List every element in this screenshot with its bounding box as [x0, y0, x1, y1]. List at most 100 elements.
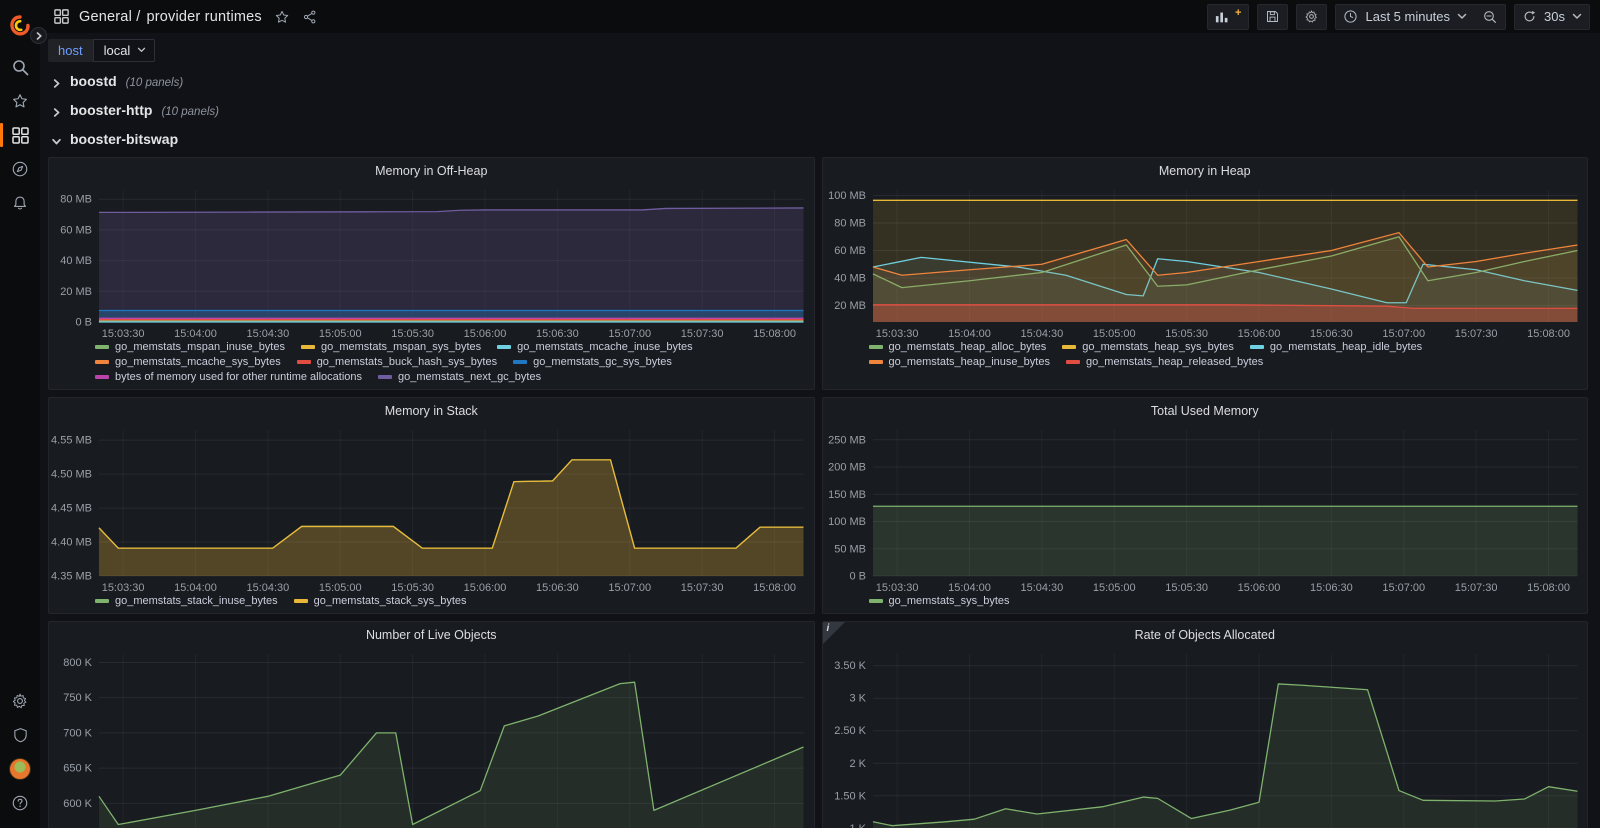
y-axis-tick-label: 4.50 MB [51, 469, 92, 481]
x-axis-tick-label: 15:04:30 [246, 582, 289, 594]
chart-canvas[interactable]: 15:03:3015:04:0015:04:3015:05:0015:05:30… [823, 648, 1588, 828]
time-range-label: Last 5 minutes [1365, 9, 1450, 24]
legend-label: go_memstats_heap_sys_bytes [1082, 341, 1234, 353]
legend-swatch-icon [1250, 345, 1264, 349]
panel-memory-in-stack: Memory in Stack 15:03:3015:04:0015:04:30… [48, 397, 815, 614]
chart-canvas[interactable]: 15:03:3015:04:0015:04:3015:05:0015:05:30… [49, 184, 814, 340]
y-axis-tick-label: 4.40 MB [51, 537, 92, 549]
legend-item[interactable]: go_memstats_buck_hash_sys_bytes [297, 356, 497, 368]
add-panel-button[interactable]: + [1207, 4, 1249, 30]
chart-canvas[interactable]: 15:03:3015:04:0015:04:3015:05:0015:05:30… [49, 648, 814, 828]
legend-item[interactable]: go_memstats_heap_idle_bytes [1250, 341, 1422, 353]
variable-value-text: local [104, 43, 131, 58]
sidebar-item-starred[interactable] [0, 84, 40, 118]
panel-info-corner-icon[interactable]: i [823, 622, 845, 644]
legend-item[interactable]: go_memstats_mspan_sys_bytes [301, 341, 481, 353]
x-axis-tick-label: 15:06:30 [1310, 582, 1353, 594]
legend-label: go_memstats_stack_sys_bytes [314, 595, 467, 607]
share-button[interactable] [302, 9, 318, 25]
chart-canvas[interactable]: 15:03:3015:04:0015:04:3015:05:0015:05:30… [823, 424, 1588, 594]
legend-item[interactable]: go_memstats_gc_sys_bytes [513, 356, 672, 368]
legend-item[interactable]: go_memstats_next_gc_bytes [378, 371, 541, 383]
chart-canvas[interactable]: 15:03:3015:04:0015:04:3015:05:0015:05:30… [823, 184, 1588, 340]
variable-label: host [48, 39, 93, 62]
series-area-go_memstats_next_gc_bytes [99, 208, 804, 322]
legend-item[interactable]: go_memstats_heap_released_bytes [1066, 356, 1263, 368]
y-axis-tick-label: 4.35 MB [51, 570, 92, 582]
y-axis-tick-label: 4.45 MB [51, 503, 92, 515]
legend-label: go_memstats_mspan_sys_bytes [321, 341, 481, 353]
legend-swatch-icon [301, 345, 315, 349]
panel-legend: go_memstats_sys_bytes [823, 594, 1588, 613]
row-header-boostd[interactable]: boostd (10 panels) [48, 70, 1588, 96]
save-icon [1265, 9, 1280, 24]
panel-title[interactable]: Total Used Memory [823, 398, 1588, 424]
x-axis-tick-label: 15:07:30 [1454, 328, 1497, 340]
sidebar-item-configuration[interactable] [0, 684, 40, 718]
breadcrumb-dashboard[interactable]: provider runtimes [146, 9, 261, 25]
add-panel-icon [1215, 10, 1231, 24]
panel-total-used-memory: Total Used Memory 15:03:3015:04:0015:04:… [822, 397, 1589, 614]
row-header-booster-http[interactable]: booster-http (10 panels) [48, 99, 1588, 125]
row-header-booster-bitswap[interactable]: booster-bitswap [48, 128, 1588, 154]
sidebar-item-help[interactable] [0, 786, 40, 820]
x-axis-tick-label: 15:06:00 [1237, 328, 1280, 340]
legend-item[interactable]: go_memstats_heap_alloc_bytes [869, 341, 1047, 353]
panel-title[interactable]: Memory in Heap [823, 158, 1588, 184]
legend-item[interactable]: go_memstats_stack_inuse_bytes [95, 595, 278, 607]
sidebar-expand-button[interactable] [30, 27, 47, 44]
legend-item[interactable]: bytes of memory used for other runtime a… [95, 371, 362, 383]
sidebar-item-search[interactable] [0, 50, 40, 84]
legend-label: bytes of memory used for other runtime a… [115, 371, 362, 383]
x-axis-tick-label: 15:05:30 [1165, 328, 1208, 340]
legend-swatch-icon [297, 360, 311, 364]
dashboards-grid-icon [12, 127, 29, 144]
breadcrumb-folder[interactable]: General / [79, 9, 140, 25]
time-range-picker[interactable]: Last 5 minutes [1335, 4, 1506, 30]
dashboard-grid-icon[interactable] [54, 9, 69, 24]
sidebar-item-dashboards[interactable] [0, 118, 40, 152]
zoom-out-icon[interactable] [1482, 9, 1498, 25]
legend-item[interactable]: go_memstats_stack_sys_bytes [294, 595, 467, 607]
series-line-go_memstats_stack_inuse_bytes [99, 460, 804, 548]
y-axis-tick-label: 40 MB [834, 272, 866, 284]
legend-swatch-icon [378, 375, 392, 379]
panel-title[interactable]: Rate of Objects Allocated [823, 622, 1588, 648]
series-line-go_memstats_stack_sys_bytes [99, 460, 804, 548]
panel-title[interactable]: Memory in Off-Heap [49, 158, 814, 184]
save-dashboard-button[interactable] [1257, 4, 1288, 30]
y-axis-tick-label: 250 MB [828, 434, 866, 446]
favorite-star-button[interactable] [274, 9, 290, 25]
legend-item[interactable]: go_memstats_mcache_sys_bytes [95, 356, 281, 368]
chart-canvas[interactable]: 15:03:3015:04:0015:04:3015:05:0015:05:30… [49, 424, 814, 594]
legend-label: go_memstats_heap_inuse_bytes [889, 356, 1050, 368]
search-icon [12, 59, 29, 76]
sidebar-item-alerting[interactable] [0, 186, 40, 220]
x-axis-tick-label: 15:05:30 [391, 582, 434, 594]
sidebar-item-server-admin[interactable] [0, 718, 40, 752]
row-panel-count: (10 panels) [161, 106, 219, 118]
legend-label: go_memstats_mcache_inuse_bytes [517, 341, 692, 353]
panel-title[interactable]: Number of Live Objects [49, 622, 814, 648]
legend-item[interactable]: go_memstats_mspan_inuse_bytes [95, 341, 285, 353]
refresh-picker[interactable]: 30s [1514, 4, 1590, 30]
y-axis-tick-label: 2.50 K [834, 725, 866, 737]
legend-item[interactable]: go_memstats_heap_sys_bytes [1062, 341, 1234, 353]
explore-compass-icon [11, 160, 29, 178]
dashboard-settings-button[interactable] [1296, 4, 1327, 30]
sidebar-item-profile[interactable] [0, 752, 40, 786]
legend-label: go_memstats_heap_idle_bytes [1270, 341, 1422, 353]
panel-chart: 15:03:3015:04:0015:04:3015:05:0015:05:30… [49, 184, 814, 340]
sidebar-item-explore[interactable] [0, 152, 40, 186]
x-axis-tick-label: 15:08:00 [753, 582, 796, 594]
variable-value-dropdown[interactable]: local [93, 39, 156, 62]
panel-title[interactable]: Memory in Stack [49, 398, 814, 424]
panel-legend: go_memstats_heap_alloc_bytes go_memstats_… [823, 340, 1588, 374]
chevron-down-icon [137, 47, 146, 53]
legend-item[interactable]: go_memstats_heap_inuse_bytes [869, 356, 1050, 368]
legend-item[interactable]: go_memstats_sys_bytes [869, 595, 1010, 607]
y-axis-tick-label: 2 K [849, 758, 866, 770]
x-axis-tick-label: 15:03:30 [102, 582, 145, 594]
row-title: booster-http [70, 102, 152, 118]
legend-item[interactable]: go_memstats_mcache_inuse_bytes [497, 341, 692, 353]
